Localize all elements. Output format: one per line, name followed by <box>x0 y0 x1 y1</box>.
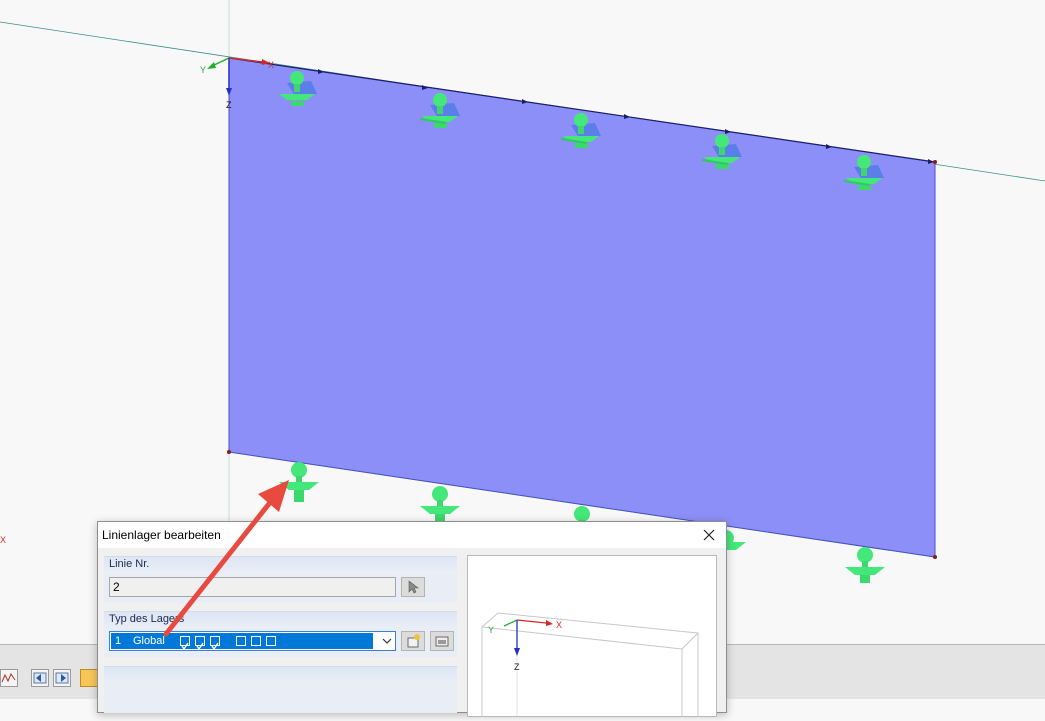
checked-box-icon <box>195 636 205 651</box>
pick-cursor-icon <box>408 580 419 594</box>
support-type-group: Typ des Lagers 1 Global <box>104 611 457 657</box>
node-marker <box>933 160 937 164</box>
dialog-title: Linienlager bearbeiten <box>102 528 221 542</box>
support-type-name: Global <box>133 635 165 647</box>
line-number-group: Linie Nr. 2 <box>104 556 457 603</box>
graph-icon[interactable] <box>0 669 18 687</box>
node-marker <box>933 555 937 559</box>
support-type-number: 1 <box>115 635 122 647</box>
checked-box-icon <box>180 636 190 651</box>
support-type-select[interactable]: 1 Global <box>109 631 396 651</box>
line-number-field[interactable]: 2 <box>109 577 396 597</box>
edit-support-type-button[interactable] <box>430 631 454 651</box>
axis-z-label: Z <box>226 100 232 110</box>
unchecked-box-icon <box>236 636 246 646</box>
edit-line-support-dialog: Linienlager bearbeiten Linie Nr. 2 Typ d… <box>97 521 727 717</box>
dialog-titlebar: Linienlager bearbeiten <box>98 522 726 548</box>
unchecked-box-icon <box>266 636 276 646</box>
new-item-icon <box>407 634 420 648</box>
next-arrow-icon[interactable] <box>53 669 71 687</box>
highlight-tool-icon[interactable] <box>80 669 98 687</box>
chevron-down-icon <box>382 638 392 644</box>
previous-arrow-icon[interactable] <box>31 669 49 687</box>
offscreen-axis-x-label: X <box>0 535 6 545</box>
preview-axis-x-label: X <box>556 620 562 630</box>
close-button[interactable] <box>692 522 726 548</box>
axis-y-label: Y <box>200 65 206 75</box>
preview-axis-z-label: Z <box>514 662 520 672</box>
edit-item-icon <box>435 636 449 647</box>
unchecked-box-icon <box>251 636 261 646</box>
preview-axis-y-label: Y <box>488 625 494 635</box>
new-support-type-button[interactable] <box>401 631 425 651</box>
support-preview: X Y Z <box>467 555 717 717</box>
support-type-label: Typ des Lagers <box>109 613 185 625</box>
close-icon <box>703 529 715 541</box>
axis-x-label: X <box>268 60 274 70</box>
checked-box-icon <box>210 636 220 651</box>
support-details-group <box>104 666 457 713</box>
node-marker <box>227 450 231 454</box>
line-number-label: Linie Nr. <box>109 558 150 570</box>
pick-line-button[interactable] <box>401 577 425 597</box>
